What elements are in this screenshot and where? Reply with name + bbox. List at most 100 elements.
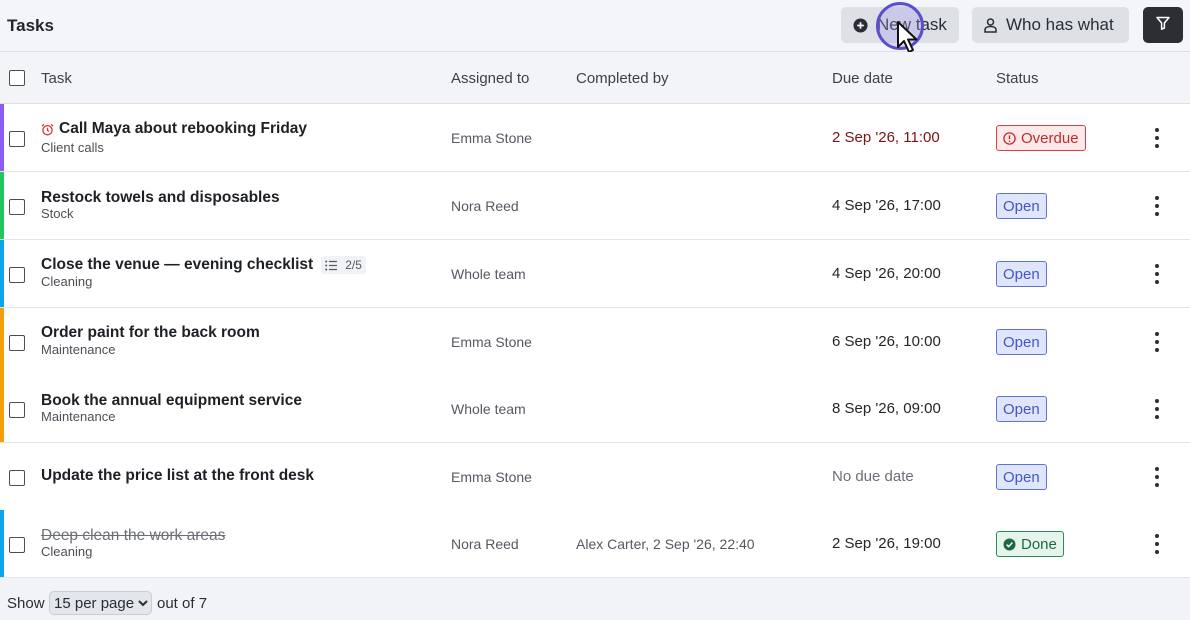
row-menu-kebab-icon[interactable] [1150, 128, 1164, 148]
plus-circle-icon [853, 17, 868, 33]
category-color-bar [0, 510, 4, 577]
check-circle-icon [1003, 538, 1016, 551]
column-header-status[interactable]: Status [996, 70, 1039, 87]
due-date: 8 Sep '26, 09:00 [832, 400, 941, 417]
assigned-to: Emma Stone [451, 334, 532, 350]
task-title[interactable]: Deep clean the work areas [41, 527, 225, 545]
funnel-icon [1156, 15, 1170, 35]
task-title[interactable]: Update the price list at the front desk [41, 467, 314, 485]
table-row[interactable]: Close the venue — evening checklist 2/5 … [0, 240, 1190, 308]
new-task-label: New task [877, 15, 947, 34]
task-title[interactable]: Close the venue — evening checklist 2/5 [41, 256, 366, 274]
assigned-to: Whole team [451, 401, 526, 417]
row-checkbox[interactable] [9, 199, 25, 215]
task-category: Client calls [41, 140, 104, 155]
status-badge: Open [996, 464, 1047, 490]
task-title[interactable]: Order paint for the back room [41, 324, 260, 342]
alarm-clock-icon [41, 123, 54, 136]
total-count-label: out of 7 [157, 595, 208, 612]
due-date: 4 Sep '26, 20:00 [832, 265, 941, 282]
due-date: 2 Sep '26, 11:00 [832, 129, 940, 146]
status-badge: Done [996, 531, 1064, 557]
table-row[interactable]: Book the annual equipment service Mainte… [0, 375, 1190, 443]
subtask-count-badge: 2/5 [321, 256, 366, 274]
status-badge: Open [996, 329, 1047, 355]
checklist-icon [325, 260, 341, 271]
new-task-button[interactable]: New task [841, 7, 959, 43]
row-checkbox[interactable] [9, 470, 25, 486]
show-label: Show [7, 595, 45, 612]
who-has-what-label: Who has what [1006, 15, 1114, 34]
task-title-text: Close the venue — evening checklist [41, 256, 314, 273]
status-label: Open [1003, 333, 1040, 351]
pagination-bar: Show 15 per page out of 7 [0, 588, 1190, 620]
person-icon [984, 17, 997, 33]
page-title: Tasks [7, 16, 54, 35]
row-checkbox[interactable] [9, 335, 25, 351]
table-row[interactable]: Restock towels and disposables Stock Nor… [0, 172, 1190, 240]
task-title-text: Call Maya about rebooking Friday [59, 120, 308, 137]
assigned-to: Nora Reed [451, 198, 519, 214]
due-date: 2 Sep '26, 19:00 [832, 535, 941, 552]
per-page-select[interactable]: 15 per page [49, 591, 152, 615]
task-category: Maintenance [41, 342, 116, 357]
select-all-checkbox[interactable] [9, 70, 25, 86]
row-menu-kebab-icon[interactable] [1150, 467, 1164, 487]
row-menu-kebab-icon[interactable] [1150, 332, 1164, 352]
task-category: Cleaning [41, 274, 93, 289]
status-label: Open [1003, 400, 1040, 418]
status-badge: Open [996, 261, 1047, 287]
row-menu-kebab-icon[interactable] [1150, 264, 1164, 284]
subtask-count: 2/5 [345, 258, 362, 272]
alert-circle-icon [1003, 131, 1016, 145]
category-color-bar [0, 308, 4, 375]
due-date: No due date [832, 468, 914, 485]
column-header-completed-by[interactable]: Completed by [576, 70, 669, 87]
column-header-task[interactable]: Task [41, 70, 72, 87]
completed-by: Alex Carter, 2 Sep '26, 22:40 [576, 536, 755, 552]
toolbar: Tasks New task Who has what [0, 0, 1190, 52]
row-checkbox[interactable] [9, 131, 25, 147]
who-has-what-button[interactable]: Who has what [972, 7, 1129, 43]
category-color-bar [0, 375, 4, 442]
task-title-text: Order paint for the back room [41, 324, 260, 341]
table-row[interactable]: Update the price list at the front desk … [0, 443, 1190, 511]
column-header-assigned-to[interactable]: Assigned to [451, 70, 529, 87]
task-category: Maintenance [41, 409, 116, 424]
row-checkbox[interactable] [9, 267, 25, 283]
table-row[interactable]: Call Maya about rebooking Friday Client … [0, 104, 1190, 172]
task-title-text: Restock towels and disposables [41, 189, 280, 206]
category-color-bar [0, 104, 4, 171]
status-label: Done [1021, 535, 1057, 553]
row-checkbox[interactable] [9, 537, 25, 553]
status-label: Open [1003, 468, 1040, 486]
task-category: Stock [41, 206, 74, 221]
row-checkbox[interactable] [9, 402, 25, 418]
assigned-to: Emma Stone [451, 130, 532, 146]
status-label: Overdue [1021, 129, 1079, 147]
status-label: Open [1003, 197, 1040, 215]
status-badge: Overdue [996, 125, 1086, 151]
column-header-due-date[interactable]: Due date [832, 70, 893, 87]
task-title-text: Deep clean the work areas [41, 527, 226, 544]
status-badge: Open [996, 193, 1047, 219]
task-category: Cleaning [41, 544, 93, 559]
assigned-to: Emma Stone [451, 469, 532, 485]
row-menu-kebab-icon[interactable] [1150, 196, 1164, 216]
table-header: Task Assigned to Completed by Due date S… [0, 52, 1190, 104]
assigned-to: Nora Reed [451, 536, 519, 552]
assigned-to: Whole team [451, 266, 526, 282]
task-title[interactable]: Restock towels and disposables [41, 189, 280, 207]
category-color-bar [0, 240, 4, 307]
filter-button[interactable] [1143, 7, 1183, 43]
table-row[interactable]: Order paint for the back room Maintenanc… [0, 308, 1190, 376]
task-title-text: Update the price list at the front desk [41, 467, 315, 484]
due-date: 4 Sep '26, 17:00 [832, 197, 941, 214]
task-title[interactable]: Call Maya about rebooking Friday [41, 120, 307, 138]
row-menu-kebab-icon[interactable] [1150, 399, 1164, 419]
row-menu-kebab-icon[interactable] [1150, 534, 1164, 554]
task-title[interactable]: Book the annual equipment service [41, 392, 302, 410]
category-color-bar [0, 172, 4, 239]
task-title-text: Book the annual equipment service [41, 392, 302, 409]
table-row[interactable]: Deep clean the work areas Cleaning Nora … [0, 510, 1190, 578]
